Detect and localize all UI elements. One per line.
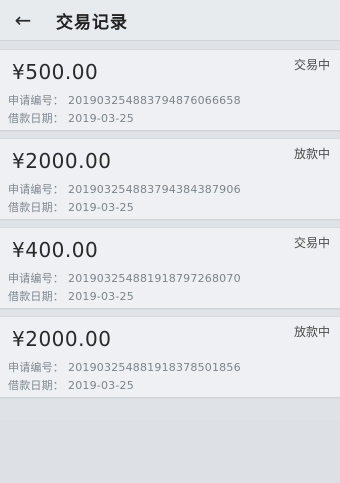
application-no-value: 20190325488191837850185​6 (68, 361, 241, 374)
record-amount: ¥2000.00 (12, 149, 112, 173)
record-status: 交易中 (293, 236, 330, 250)
record-loan-date: 借款日期： 2019-03-25 (8, 199, 134, 215)
record-loan-date: 借款日期： 2019-03-25 (8, 377, 134, 393)
record-card-4[interactable]: ¥2000.00 放款中 申请编号： 2019032548819183785018… (0, 316, 340, 398)
record-loan-date: 借款日期： 2019-03-25 (8, 288, 134, 304)
record-application-no: 申请编号： 20190325488379438438790​6 (8, 181, 241, 197)
application-no-value: 20190325488379438438790​6 (68, 183, 241, 196)
record-amount: ¥400.00 (12, 238, 99, 262)
record-application-no: 申请编号： 20190325488379487606665​8 (8, 92, 241, 108)
record-status: 放款中 (293, 325, 330, 339)
application-no-label: 申请编号： (8, 272, 64, 285)
loan-date-value: 2019-03-25 (68, 201, 134, 214)
loan-date-label: 借款日期： (8, 379, 64, 392)
application-no-label: 申请编号： (8, 94, 64, 107)
loan-date-value: 2019-03-25 (68, 290, 134, 303)
record-card-1[interactable]: ¥500.00 交易中 申请编号： 20190325488379487606665… (0, 49, 340, 131)
records-list: ¥500.00 交易中 申请编号： 20190325488379487606665… (0, 41, 340, 398)
back-arrow-icon[interactable]: ← (0, 0, 46, 40)
application-no-value: 20190325488191879726807​0 (68, 272, 241, 285)
application-no-value: 20190325488379487606665​8 (68, 94, 241, 107)
record-application-no: 申请编号： 20190325488191837850185​6 (8, 359, 241, 375)
transaction-records-page: ← 交易记录 ¥500.00 交易中 申请编号： 2019032548837948… (0, 0, 340, 483)
record-status: 交易中 (293, 58, 330, 72)
loan-date-label: 借款日期： (8, 290, 64, 303)
top-bar: ← 交易记录 (0, 0, 340, 41)
page-title: 交易记录 (56, 12, 128, 33)
record-application-no: 申请编号： 20190325488191879726807​0 (8, 270, 241, 286)
record-amount: ¥2000.00 (12, 327, 112, 351)
loan-date-value: 2019-03-25 (68, 112, 134, 125)
empty-area (0, 420, 340, 483)
application-no-label: 申请编号： (8, 361, 64, 374)
record-status: 放款中 (293, 147, 330, 161)
loan-date-label: 借款日期： (8, 112, 64, 125)
record-amount: ¥500.00 (12, 60, 99, 84)
record-card-3[interactable]: ¥400.00 交易中 申请编号： 20190325488191879726807… (0, 227, 340, 309)
application-no-label: 申请编号： (8, 183, 64, 196)
loan-date-label: 借款日期： (8, 201, 64, 214)
loan-date-value: 2019-03-25 (68, 379, 134, 392)
record-loan-date: 借款日期： 2019-03-25 (8, 110, 134, 126)
record-card-2[interactable]: ¥2000.00 放款中 申请编号： 2019032548837943843879… (0, 138, 340, 220)
